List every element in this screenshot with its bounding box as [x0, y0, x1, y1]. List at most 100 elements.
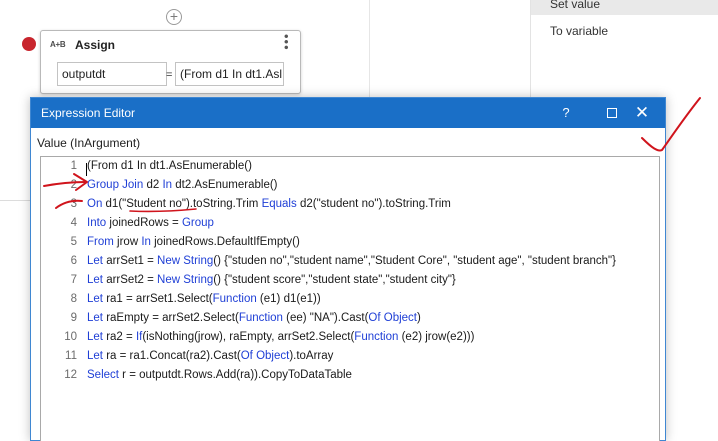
code-keyword: Function [354, 331, 399, 343]
code-keyword: In [141, 236, 151, 248]
code-token: raEmpty = arrSet2.Select( [103, 312, 239, 324]
expression-editor-dialog: Expression Editor ? ✕ Value (InArgument)… [30, 97, 666, 441]
code-token: joinedRows = [106, 217, 182, 229]
assign-equals-sign: = [166, 69, 173, 81]
line-number: 8 [70, 293, 77, 305]
assign-value-field[interactable]: (From d1 In dt1.Asl [175, 62, 284, 86]
code-line[interactable]: 11 Let ra = ra1.Concat(ra2).Cast(Of Objec… [41, 350, 659, 369]
connector-line [0, 200, 30, 201]
code-token: ra2 = [103, 331, 136, 343]
breakpoint-dot-icon[interactable] [22, 37, 36, 51]
line-number: 9 [70, 312, 77, 324]
more-options-icon[interactable]: ••• [279, 34, 294, 51]
code-text: Group Join d2 In dt2.AsEnumerable() [87, 179, 278, 191]
assign-activity-card[interactable]: A+B Assign ••• outputdt = (From d1 In dt… [40, 30, 301, 94]
code-keyword: Let [87, 350, 103, 362]
code-token: (isNothing(jrow), raEmpty, arrSet2.Selec… [142, 331, 355, 343]
code-keyword: Equals [261, 198, 297, 210]
assign-activity-title: Assign [75, 38, 116, 52]
code-text: (From d1 In dt1.AsEnumerable() [87, 160, 252, 172]
code-token: ra1 = arrSet1.Select( [103, 293, 213, 305]
code-token: r = outputdt.Rows.Add(ra)).CopyToDataTab… [118, 369, 352, 381]
code-token: d2 [143, 179, 163, 191]
code-keyword: Let [87, 312, 103, 324]
assign-activity-icon: A+B [50, 40, 66, 49]
line-number: 1 [70, 160, 77, 172]
help-icon[interactable]: ? [543, 98, 589, 128]
code-token: d1("Student no").toString.Trim [102, 198, 262, 210]
code-token: d2("student no").toString.Trim [296, 198, 451, 210]
line-number: 4 [70, 217, 77, 229]
code-keyword: Function [212, 293, 257, 305]
code-text: Select r = outputdt.Rows.Add(ra)).CopyTo… [87, 369, 352, 381]
code-keyword: Of Object [240, 350, 290, 362]
code-text: Into joinedRows = Group [87, 217, 214, 229]
line-number: 5 [70, 236, 77, 248]
code-keyword: Select [87, 369, 119, 381]
code-token: (From d1 In dt1.AsEnumerable() [87, 160, 252, 172]
line-number: 10 [64, 331, 77, 343]
code-keyword: String [183, 255, 214, 267]
code-token: (e2) jrow(e2))) [398, 331, 475, 343]
code-keyword: Into [87, 217, 107, 229]
code-token: () {"studen no","student name","Student … [213, 255, 616, 267]
line-number: 6 [70, 255, 77, 267]
code-line[interactable]: 7 Let arrSet2 = New String() {"student sc… [41, 274, 659, 293]
code-text: Let ra = ra1.Concat(ra2).Cast(Of Object)… [87, 350, 333, 362]
code-line[interactable]: 12 Select r = outputdt.Rows.Add(ra)).Copy… [41, 369, 659, 388]
code-line[interactable]: 5 From jrow In joinedRows.DefaultIfEmpty(… [41, 236, 659, 255]
code-token: ) [417, 312, 421, 324]
code-line[interactable]: 4 Into joinedRows = Group [41, 217, 659, 236]
code-keyword: On [87, 198, 103, 210]
assign-to-field[interactable]: outputdt [57, 62, 167, 86]
close-icon[interactable]: ✕ [619, 98, 665, 128]
code-line[interactable]: 9 Let raEmpty = arrSet2.Select(Function (… [41, 312, 659, 331]
code-keyword: New [157, 274, 181, 286]
code-keyword: String [183, 274, 214, 286]
property-label-set-value: Set value [550, 0, 601, 11]
code-keyword: Let [87, 274, 103, 286]
code-text: Let ra1 = arrSet1.Select(Function (e1) d… [87, 293, 321, 305]
code-keyword: Let [87, 331, 103, 343]
line-number: 12 [64, 369, 77, 381]
code-token: (ee) "NA").Cast( [282, 312, 369, 324]
code-keyword: Function [238, 312, 283, 324]
code-keyword: Group [181, 217, 214, 229]
dialog-titlebar[interactable]: Expression Editor ? ✕ [31, 98, 665, 128]
line-number: 2 [70, 179, 77, 191]
canvas-divider [369, 0, 370, 100]
code-text: Let ra2 = If(isNothing(jrow), raEmpty, a… [87, 331, 474, 343]
code-line[interactable]: 2 Group Join d2 In dt2.AsEnumerable() [41, 179, 659, 198]
code-token: ).toArray [289, 350, 334, 362]
dialog-title: Expression Editor [41, 106, 136, 120]
code-line[interactable]: 10 Let ra2 = If(isNothing(jrow), raEmpty,… [41, 331, 659, 350]
code-keyword: New [157, 255, 181, 267]
code-line[interactable]: 3 On d1("Student no").toString.Trim Equal… [41, 198, 659, 217]
code-token: jrow [113, 236, 142, 248]
code-keyword: From [87, 236, 114, 248]
code-text: On d1("Student no").toString.Trim Equals… [87, 198, 451, 210]
code-line[interactable]: 1 (From d1 In dt1.AsEnumerable() [41, 160, 659, 179]
value-argument-label: Value (InArgument) [37, 136, 141, 150]
code-token: (e1) d1(e1)) [256, 293, 321, 305]
code-text: Let arrSet1 = New String() {"studen no",… [87, 255, 616, 267]
code-token: arrSet1 = [103, 255, 158, 267]
code-keyword: Group Join [87, 179, 144, 191]
code-text: Let arrSet2 = New String() {"student sco… [87, 274, 456, 286]
code-text: Let raEmpty = arrSet2.Select(Function (e… [87, 312, 421, 324]
code-token: () {"student score","student state","stu… [213, 274, 456, 286]
code-keyword: Of Object [368, 312, 417, 324]
code-token: ra = ra1.Concat(ra2).Cast( [103, 350, 241, 362]
code-token: joinedRows.DefaultIfEmpty() [150, 236, 300, 248]
code-token: arrSet2 = [103, 274, 158, 286]
line-number: 3 [70, 198, 77, 210]
code-keyword: In [162, 179, 173, 191]
expression-code-editor[interactable]: 1 (From d1 In dt1.AsEnumerable() 2 Group Jo… [40, 156, 660, 441]
code-token: dt2.AsEnumerable() [172, 179, 278, 191]
code-line[interactable]: 8 Let ra1 = arrSet1.Select(Function (e1) … [41, 293, 659, 312]
code-text: From jrow In joinedRows.DefaultIfEmpty() [87, 236, 300, 248]
code-keyword: Let [87, 293, 103, 305]
plus-circle-icon[interactable]: + [166, 9, 182, 25]
code-line[interactable]: 6 Let arrSet1 = New String() {"studen no"… [41, 255, 659, 274]
line-number: 7 [70, 274, 77, 286]
